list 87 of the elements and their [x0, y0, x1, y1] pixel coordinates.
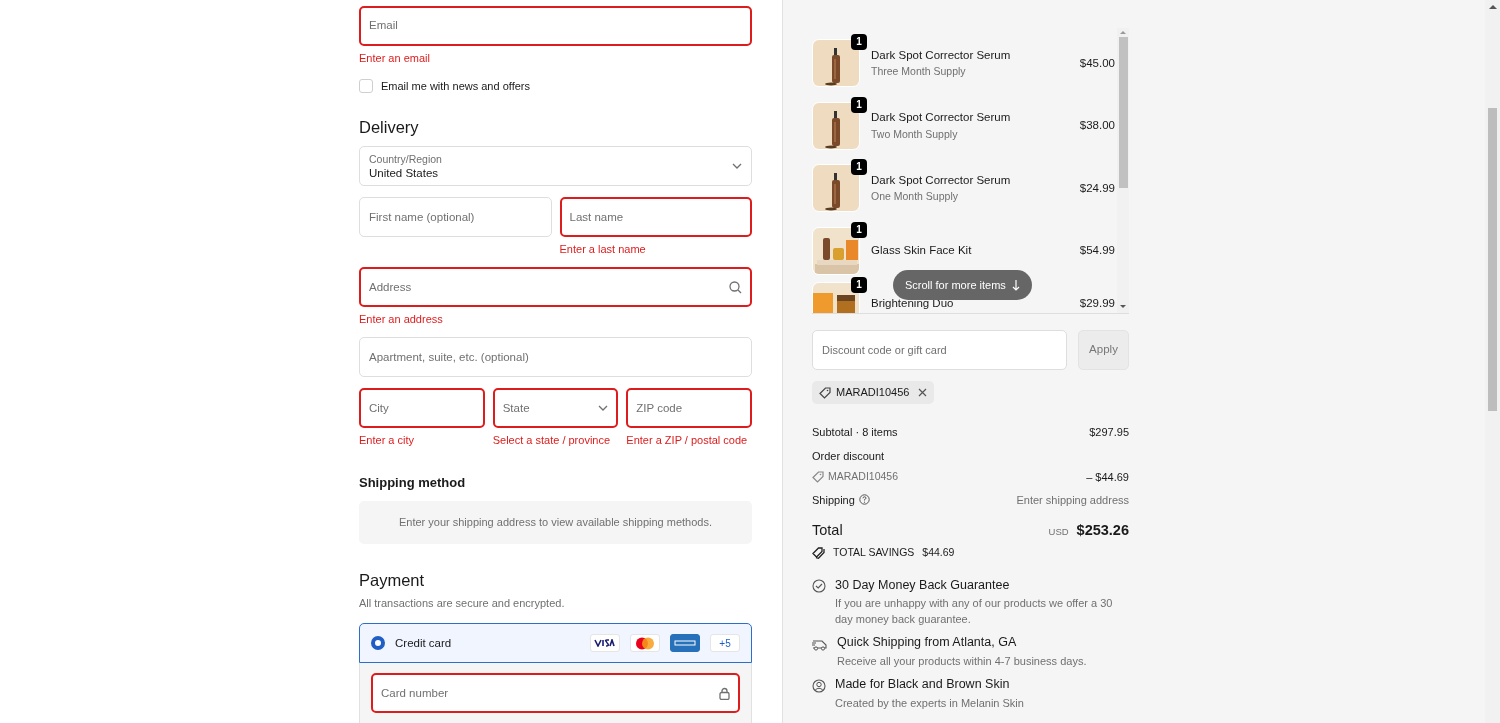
summary-label: Shipping — [812, 492, 855, 508]
error-message: Enter an email — [359, 52, 431, 65]
perk-title: Quick Shipping from Atlanta, GA — [837, 634, 1018, 652]
currency-code: USD — [1048, 525, 1069, 539]
card-logo-icon — [670, 634, 700, 653]
input-field[interactable]: Card number — [371, 673, 740, 714]
product-name: Dark Spot Corrector Serum — [871, 172, 1012, 188]
quantity-badge: 1 — [851, 34, 867, 51]
user-circle-icon — [812, 678, 826, 693]
perk-description: Created by the experts in Melanin Skin — [835, 695, 1024, 711]
perk-title: Made for Black and Brown Skin — [835, 676, 1011, 693]
visa-card-icon — [590, 634, 620, 653]
discount-code: MARADI10456 — [836, 385, 910, 401]
product-price: $29.99 — [1079, 296, 1115, 311]
arrow-down-icon — [1011, 279, 1020, 291]
summary-value: $297.95 — [1089, 425, 1129, 440]
product-price: $54.99 — [1079, 243, 1115, 259]
savings-label: TOTAL SAVINGS — [833, 544, 915, 560]
error-message: Select a state / province — [492, 434, 612, 448]
section-heading: Payment — [359, 570, 426, 591]
product-variant: Two Month Supply — [871, 126, 959, 142]
country-select[interactable]: Country/Region United States — [359, 146, 752, 187]
scroll-hint-button[interactable]: Scroll for more items — [893, 270, 1032, 300]
info-message: Enter your shipping address to view available shipping methods. — [359, 500, 752, 544]
product-name: Dark Spot Corrector Serum — [871, 47, 1012, 63]
summary-value: – $44.69 — [1086, 470, 1129, 485]
product-variant: One Month Supply — [871, 189, 959, 204]
section-heading: Delivery — [359, 117, 420, 138]
list-scrollbar[interactable] — [1117, 28, 1129, 313]
scrollbar[interactable] — [1485, 0, 1500, 723]
payment-option[interactable]: Credit card +5 — [359, 623, 752, 664]
product-name: Dark Spot Corrector Serum — [871, 110, 1012, 126]
more-cards-count: +5 — [710, 634, 740, 653]
state-select[interactable]: State — [492, 388, 619, 429]
arrow-up-icon[interactable] — [1488, 4, 1497, 10]
chevron-down-icon — [598, 405, 609, 412]
product-name: Glass Skin Face Kit — [871, 243, 973, 259]
help-icon[interactable] — [858, 494, 870, 506]
input-field[interactable]: City — [359, 388, 485, 429]
close-icon[interactable] — [918, 388, 928, 397]
quantity-badge: 1 — [851, 277, 867, 293]
input-field[interactable]: Address — [359, 267, 752, 308]
check-circle-icon — [812, 579, 826, 594]
error-message: Enter an address — [359, 313, 444, 327]
tag-icon — [819, 386, 831, 399]
input-field[interactable]: Apartment, suite, etc. (optional) — [359, 337, 752, 378]
product-price: $38.00 — [1079, 118, 1115, 134]
card-circles-icon — [630, 634, 660, 653]
input-field[interactable]: First name (optional) — [359, 197, 552, 238]
tag-icon — [812, 471, 824, 484]
error-message: Enter a last name — [559, 243, 647, 257]
field-value: United States — [369, 166, 440, 181]
summary-value: Enter shipping address — [1016, 492, 1129, 508]
product-variant: Three Month Supply — [871, 64, 967, 79]
discount-code: MARADI10456 — [828, 469, 899, 485]
error-message: Enter a city — [359, 434, 416, 448]
apply-button[interactable]: Apply — [1078, 330, 1129, 370]
checkbox-label: Email me with news and offers — [381, 79, 530, 94]
arrow-down-icon[interactable] — [1120, 305, 1126, 309]
field-label: Country/Region — [369, 152, 443, 167]
lock-icon — [719, 686, 730, 700]
quantity-badge: 1 — [851, 96, 867, 113]
input-field[interactable]: Last name — [559, 197, 752, 238]
product-price: $24.99 — [1079, 180, 1115, 196]
total-value: $253.26 — [1076, 521, 1129, 540]
tags-icon — [812, 546, 825, 559]
summary-label: Subtotal · 8 items — [812, 425, 898, 440]
discount-field[interactable]: Discount code or gift card — [812, 330, 1067, 370]
input-field[interactable]: Email — [359, 6, 752, 46]
section-note: All transactions are secure and encrypted. — [359, 595, 566, 611]
checkbox[interactable] — [359, 79, 373, 94]
savings-value: $44.69 — [922, 544, 955, 560]
perk-description: If you are unhappy with any of our products we offer a 30 day money back guarantee. — [835, 596, 1114, 628]
quantity-badge: 1 — [851, 221, 867, 238]
search-icon — [729, 280, 742, 294]
summary-label: Order discount — [812, 448, 885, 464]
perk-description: Receive all your products within 4-7 business days. — [837, 654, 1087, 669]
total-label: Total — [812, 521, 843, 540]
quantity-badge: 1 — [851, 159, 867, 176]
input-field[interactable]: ZIP code — [626, 388, 752, 429]
perk-title: 30 Day Money Back Guarantee — [835, 576, 1011, 594]
radio-button[interactable] — [371, 636, 385, 651]
section-heading: Shipping method — [359, 475, 467, 491]
truck-icon — [812, 637, 828, 651]
product-price: $45.00 — [1079, 55, 1115, 71]
chevron-down-icon — [732, 163, 742, 170]
error-message: Enter a ZIP / postal code — [626, 434, 749, 448]
